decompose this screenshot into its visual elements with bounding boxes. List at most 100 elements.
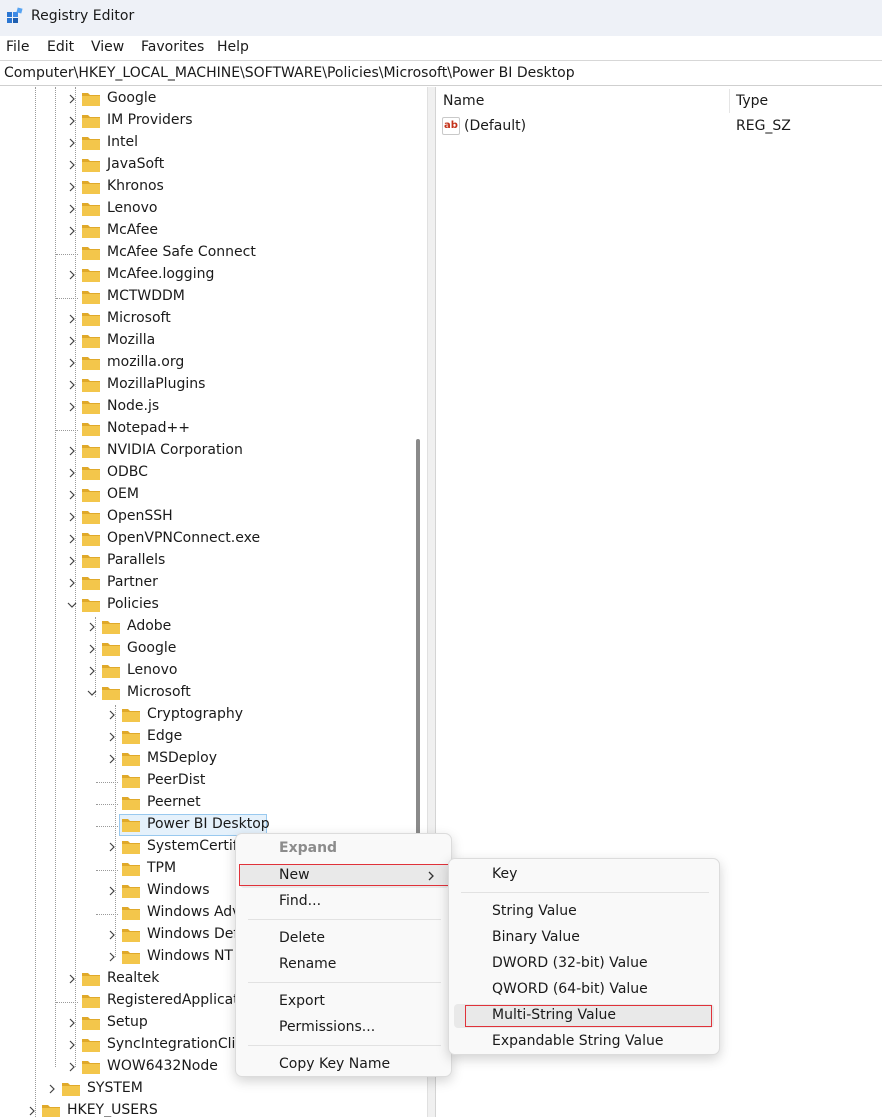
tree-node[interactable]: Parallels [0, 551, 410, 573]
tree-node[interactable]: IM Providers [0, 111, 410, 133]
tree-node[interactable]: Intel [0, 133, 410, 155]
tree-node[interactable]: Notepad++ [0, 419, 410, 441]
chevron-right-icon[interactable] [105, 752, 119, 766]
chevron-right-icon[interactable] [65, 1038, 79, 1052]
chevron-right-icon[interactable] [85, 620, 99, 634]
chevron-right-icon[interactable] [65, 444, 79, 458]
tree-node[interactable]: mozilla.org [0, 353, 410, 375]
menu-item-permissions[interactable]: Permissions... [236, 1016, 453, 1040]
address-bar[interactable]: Computer\HKEY_LOCAL_MACHINE\SOFTWARE\Pol… [0, 60, 882, 86]
submenu-item-qword-value[interactable]: QWORD (64-bit) Value [449, 978, 721, 1002]
chevron-right-icon[interactable] [65, 356, 79, 370]
tree-node[interactable]: Mozilla [0, 331, 410, 353]
address-path[interactable]: Computer\HKEY_LOCAL_MACHINE\SOFTWARE\Pol… [4, 65, 575, 81]
chevron-right-icon[interactable] [65, 488, 79, 502]
menu-help[interactable]: Help [217, 39, 249, 55]
chevron-right-icon[interactable] [65, 224, 79, 238]
tree-node[interactable]: Google [0, 89, 410, 111]
tree-node[interactable]: McAfee [0, 221, 410, 243]
tree-scrollbar-thumb[interactable] [416, 439, 420, 879]
tree-node[interactable]: SYSTEM [0, 1079, 410, 1101]
chevron-right-icon[interactable] [65, 400, 79, 414]
tree-node[interactable]: Lenovo [0, 199, 410, 221]
tree-node[interactable]: Microsoft [0, 683, 410, 705]
chevron-right-icon[interactable] [65, 554, 79, 568]
submenu-item-key[interactable]: Key [449, 863, 721, 887]
tree-node[interactable]: MozillaPlugins [0, 375, 410, 397]
tree-node[interactable]: OEM [0, 485, 410, 507]
tree-node[interactable]: Adobe [0, 617, 410, 639]
menu-favorites[interactable]: Favorites [141, 39, 204, 55]
value-row[interactable]: ab (Default) REG_SZ [436, 116, 882, 138]
chevron-right-icon[interactable] [65, 268, 79, 282]
column-type-header[interactable]: Type [736, 93, 768, 109]
chevron-right-icon[interactable] [65, 378, 79, 392]
tree-node[interactable]: NVIDIA Corporation [0, 441, 410, 463]
submenu-item-binary-value[interactable]: Binary Value [449, 926, 721, 950]
chevron-right-icon[interactable] [105, 950, 119, 964]
tree-node[interactable]: Cryptography [0, 705, 410, 727]
tree-node[interactable]: HKEY_USERS [0, 1101, 410, 1117]
tree-node[interactable]: OpenSSH [0, 507, 410, 529]
menu-item-rename[interactable]: Rename [236, 953, 453, 977]
chevron-right-icon[interactable] [65, 334, 79, 348]
chevron-right-icon[interactable] [65, 312, 79, 326]
menu-item-expand[interactable]: Expand [236, 837, 453, 861]
column-name-header[interactable]: Name [443, 93, 484, 109]
chevron-right-icon[interactable] [85, 664, 99, 678]
submenu-item-string-value[interactable]: String Value [449, 900, 721, 924]
chevron-right-icon[interactable] [105, 730, 119, 744]
menu-edit[interactable]: Edit [47, 39, 74, 55]
menu-item-find[interactable]: Find... [236, 890, 453, 914]
tree-node-label: Partner [107, 574, 158, 590]
tree-node[interactable]: Partner [0, 573, 410, 595]
menu-file[interactable]: File [6, 39, 29, 55]
tree-node[interactable]: Lenovo [0, 661, 410, 683]
menu-item-export[interactable]: Export [236, 990, 453, 1014]
tree-node[interactable]: Google [0, 639, 410, 661]
submenu-item-dword-value[interactable]: DWORD (32-bit) Value [449, 952, 721, 976]
chevron-down-icon[interactable] [85, 686, 99, 700]
folder-icon [122, 863, 140, 876]
chevron-right-icon[interactable] [65, 1016, 79, 1030]
chevron-right-icon[interactable] [105, 708, 119, 722]
tree-node[interactable]: JavaSoft [0, 155, 410, 177]
tree-node[interactable]: OpenVPNConnect.exe [0, 529, 410, 551]
tree-node[interactable]: MSDeploy [0, 749, 410, 771]
submenu-item-expandable-string-value[interactable]: Expandable String Value [449, 1030, 721, 1054]
tree-node[interactable]: Node.js [0, 397, 410, 419]
tree-node[interactable]: Peernet [0, 793, 410, 815]
chevron-right-icon[interactable] [65, 510, 79, 524]
tree-node[interactable]: PeerDist [0, 771, 410, 793]
tree-node[interactable]: Policies [0, 595, 410, 617]
chevron-right-icon[interactable] [65, 136, 79, 150]
tree-node[interactable]: Microsoft [0, 309, 410, 331]
chevron-right-icon[interactable] [65, 1060, 79, 1074]
chevron-right-icon[interactable] [65, 576, 79, 590]
chevron-right-icon[interactable] [65, 92, 79, 106]
chevron-right-icon[interactable] [85, 642, 99, 656]
chevron-right-icon[interactable] [25, 1104, 39, 1117]
chevron-right-icon[interactable] [65, 532, 79, 546]
column-separator[interactable] [729, 89, 730, 113]
chevron-down-icon[interactable] [65, 598, 79, 612]
chevron-right-icon[interactable] [65, 180, 79, 194]
menu-item-delete[interactable]: Delete [236, 927, 453, 951]
chevron-right-icon[interactable] [105, 884, 119, 898]
tree-node[interactable]: ODBC [0, 463, 410, 485]
tree-node[interactable]: Edge [0, 727, 410, 749]
chevron-right-icon[interactable] [65, 202, 79, 216]
tree-node[interactable]: McAfee.logging [0, 265, 410, 287]
chevron-right-icon[interactable] [65, 972, 79, 986]
chevron-right-icon[interactable] [65, 466, 79, 480]
menu-item-copy-key-name[interactable]: Copy Key Name [236, 1053, 453, 1077]
menu-view[interactable]: View [91, 39, 124, 55]
chevron-right-icon[interactable] [105, 840, 119, 854]
chevron-right-icon[interactable] [65, 114, 79, 128]
chevron-right-icon[interactable] [45, 1082, 59, 1096]
chevron-right-icon[interactable] [65, 158, 79, 172]
chevron-right-icon[interactable] [105, 928, 119, 942]
tree-node[interactable]: MCTWDDM [0, 287, 410, 309]
tree-node[interactable]: McAfee Safe Connect [0, 243, 410, 265]
tree-node[interactable]: Khronos [0, 177, 410, 199]
